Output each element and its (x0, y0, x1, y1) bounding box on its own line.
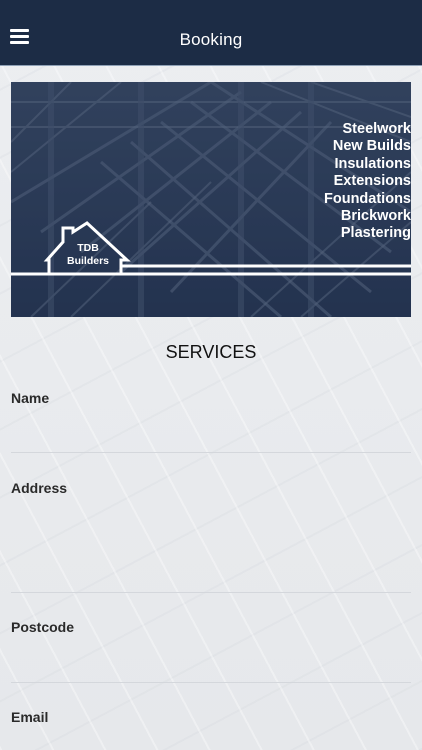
services-list: Steelwork New Builds Insulations Extensi… (324, 121, 411, 243)
service-item: Brickwork (340, 208, 411, 225)
page-title: Booking (179, 30, 243, 49)
service-item: New Builds (332, 138, 411, 155)
address-field-underline (11, 592, 411, 593)
service-item: Steelwork (342, 121, 412, 137)
nav-divider-highlight (0, 65, 422, 66)
logo-line-1: TDB (77, 242, 99, 254)
email-label: Email (11, 709, 49, 725)
top-nav-bar: Booking (0, 0, 422, 62)
address-textarea[interactable] (11, 508, 411, 584)
company-logo: TDB Builders (63, 242, 113, 268)
logo-line-2: Builders (66, 255, 109, 267)
company-banner: Steelwork New Builds Insulations Extensi… (11, 82, 411, 317)
name-label: Name (11, 390, 50, 406)
service-item: Plastering (340, 225, 411, 242)
name-field-underline (11, 452, 411, 453)
postcode-input[interactable] (11, 648, 411, 674)
section-title: SERVICES (165, 342, 257, 362)
name-input[interactable] (11, 420, 411, 444)
service-item: Extensions (333, 173, 411, 190)
service-item: Foundations (324, 190, 411, 207)
postcode-label: Postcode (11, 619, 75, 635)
postcode-field-underline (11, 682, 411, 683)
email-input[interactable] (11, 730, 411, 748)
address-label: Address (11, 480, 68, 496)
service-item: Insulations (334, 155, 411, 172)
